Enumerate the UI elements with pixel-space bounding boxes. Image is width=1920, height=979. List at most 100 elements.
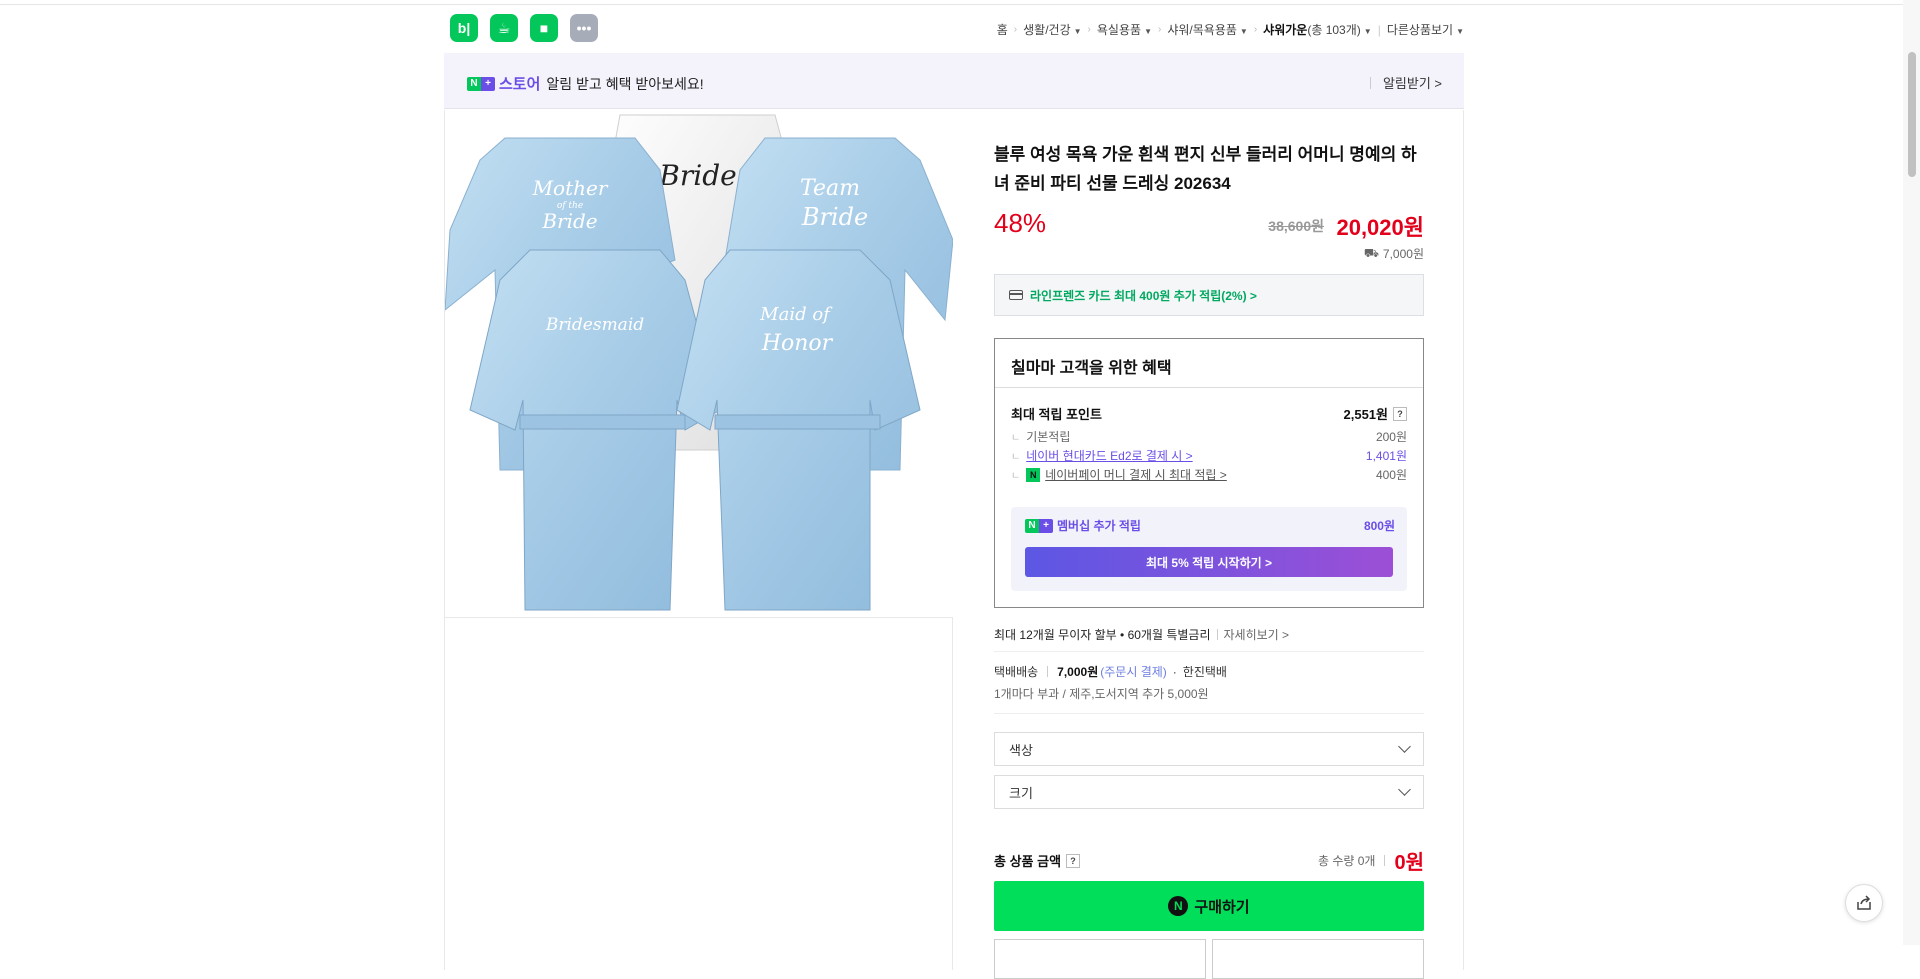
header: b| ☕ ■ ••• 홈 › 생활/건강 ▼ › 욕실용품 ▼ › 샤워/목욕용품 ▼… [444, 14, 1464, 44]
breadcrumb-label: 샤워/목욕용품 [1167, 23, 1237, 37]
naver-pay-link[interactable]: 네이버페이 머니 결제 시 최대 적립 > [1045, 466, 1227, 483]
installment-info: 최대 12개월 무이자 할부 • 60개월 특별금리 자세히보기 > [994, 626, 1289, 643]
app-icons: b| ☕ ■ ••• [450, 14, 598, 42]
robe-text-honor: Honor [761, 331, 834, 356]
installment-text: 최대 12개월 무이자 할부 • 60개월 특별금리 [994, 628, 1211, 642]
scrollbar[interactable] [1903, 0, 1920, 945]
scrollbar-thumb[interactable] [1908, 52, 1916, 177]
buy-button[interactable]: N 구매하기 [994, 881, 1424, 931]
chevron-right-icon: › [1157, 24, 1162, 35]
total-label: 총 상품 금액 [994, 854, 1062, 869]
banner-text: 알림 받고 혜택 받아보세요! [546, 75, 704, 92]
breadcrumb-category-1[interactable]: 생활/건강 ▼ [1023, 21, 1081, 38]
divider [1216, 629, 1218, 640]
membership-row: N + 멤버십 추가 적립 800원 [1025, 517, 1395, 534]
cafe-icon[interactable]: ☕ [490, 14, 518, 42]
size-select-placeholder: 크기 [1009, 785, 1033, 801]
bookmark-icon[interactable]: ■ [530, 14, 558, 42]
blog-icon[interactable]: b| [450, 14, 478, 42]
product-image[interactable]: Bride Mother of the Bride Team Bride Bri… [444, 110, 954, 618]
delivery-fee-note: (주문시 결제) [1100, 665, 1167, 679]
points-label-wrap: 네이버 현대카드 Ed2로 결제 시 > [1011, 447, 1192, 464]
chevron-right-icon: › [1253, 24, 1258, 35]
breadcrumb-category-2[interactable]: 욕실용품 ▼ [1097, 21, 1152, 38]
card-offer[interactable]: 라인프렌즈 카드 최대 400원 추가 적립(2%) > [994, 274, 1424, 316]
chevron-right-icon: › [1087, 24, 1091, 35]
membership-start-button[interactable]: 최대 5% 적립 시작하기 > [1025, 547, 1393, 577]
top-divider [0, 4, 1920, 5]
cart-button[interactable] [1212, 939, 1424, 979]
breadcrumb: 홈 › 생활/건강 ▼ › 욕실용품 ▼ › 샤워/목욕용품 ▼ › 샤워가운(총 1… [997, 21, 1464, 38]
size-select[interactable]: 크기 [994, 775, 1424, 809]
robe-text-mother: Mother [532, 176, 609, 200]
robes-illustration: Bride Mother of the Bride Team Bride Bri… [444, 114, 954, 611]
membership-value: 800원 [1363, 519, 1395, 533]
divider [1047, 666, 1049, 677]
other-products-dropdown[interactable]: 다른상품보기 ▼ [1387, 21, 1464, 38]
banner-message: N + 스토어 알림 받고 혜택 받아보세요! [467, 73, 704, 94]
naver-pay-icon: N [1026, 467, 1041, 482]
color-select[interactable]: 색상 [994, 732, 1424, 766]
credit-card-icon [1009, 290, 1023, 300]
points-row-npay: N 네이버페이 머니 결제 시 최대 적립 > 400원 [1011, 466, 1407, 483]
delivery-type: 택배배송 [994, 665, 1039, 679]
points-value: 400원 [1375, 468, 1407, 482]
delivery-carrier: 한진택배 [1182, 665, 1227, 679]
robe-text-bride-2: Bride [541, 209, 597, 233]
share-icon [1857, 895, 1871, 910]
benefit-box: 칠마마 고객을 위한 혜택 최대 적립 포인트 2,551원 ? 기본적립 20… [994, 338, 1424, 608]
sale-price: 20,020원 [1336, 215, 1424, 240]
card-offer-text: 라인프렌즈 카드 최대 400원 추가 적립(2%) > [1030, 288, 1257, 303]
caret-down-icon: ▼ [1073, 27, 1082, 36]
membership-label: 멤버십 추가 적립 [1057, 519, 1141, 533]
points-value: 200원 [1375, 430, 1407, 444]
wishlist-button[interactable] [994, 939, 1206, 979]
share-button[interactable] [1845, 884, 1883, 922]
delivery-fee: 7,000원 [1057, 665, 1099, 679]
robe-text-bridesmaid: Bridesmaid [545, 315, 644, 335]
breadcrumb-label: 욕실용품 [1096, 23, 1142, 37]
truck-icon: ⛟ [1363, 245, 1379, 260]
buy-button-label: 구매하기 [1194, 898, 1250, 916]
divider [994, 651, 1424, 652]
naver-plus-icon: N + [467, 76, 495, 91]
shipping-fee: ⛟ 7,000원 [1364, 245, 1424, 262]
breadcrumb-home[interactable]: 홈 [997, 21, 1008, 38]
notify-label: 알림받기 > [1382, 76, 1442, 91]
delivery-info: 택배배송 7,000원 (주문시 결제) · 한진택배 [994, 663, 1227, 680]
installment-more-link[interactable]: 자세히보기 > [1224, 626, 1290, 643]
membership-label-wrap: N + 멤버십 추가 적립 [1025, 517, 1141, 534]
total-quantity: 총 수량 0개 [1317, 854, 1376, 868]
chevron-down-icon [1398, 740, 1411, 753]
points-value: 1,401원 [1365, 449, 1407, 463]
benefit-title: 칠마마 고객을 위한 혜택 [1011, 360, 1172, 377]
current-category: 샤워가운 [1263, 23, 1308, 37]
separator-dot: · [1172, 664, 1177, 679]
help-icon[interactable]: ? [1393, 406, 1407, 421]
help-icon[interactable]: ? [1066, 853, 1081, 868]
caret-down-icon: ▼ [1144, 27, 1152, 36]
caret-down-icon: ▼ [1239, 27, 1248, 36]
original-price: 38,600원 [1268, 218, 1324, 234]
max-points-value: 2,551원 [1343, 407, 1389, 422]
product-title: 블루 여성 목욕 가운 흰색 편지 신부 들러리 어머니 명예의 하녀 준비 파… [994, 145, 1417, 193]
breadcrumb-current[interactable]: 샤워가운(총 103개) ▼ [1263, 21, 1372, 38]
naver-pay-icon: N [1168, 896, 1189, 916]
delivery-note: 1개마다 부과 / 제주,도서지역 추가 5,000원 [994, 687, 1209, 701]
divider [1369, 76, 1371, 89]
discount-rate: 48% [994, 208, 1047, 238]
secondary-buttons [994, 939, 1424, 979]
max-points-label: 최대 적립 포인트 [1011, 407, 1102, 422]
notify-button[interactable]: 알림받기 > [1369, 73, 1442, 92]
max-points-row: 최대 적립 포인트 2,551원 ? [1011, 404, 1407, 423]
divider: | [1377, 22, 1381, 37]
divider [995, 387, 1423, 388]
total-right: 총 수량 0개 0원 [1318, 846, 1424, 875]
points-label-wrap: N 네이버페이 머니 결제 시 최대 적립 > [1011, 466, 1227, 483]
breadcrumb-category-3[interactable]: 샤워/목욕용품 ▼ [1167, 21, 1248, 38]
robe-text-bride: Bride [658, 159, 736, 192]
hyundai-card-link[interactable]: 네이버 현대카드 Ed2로 결제 시 > [1026, 447, 1192, 464]
more-icon[interactable]: ••• [570, 14, 598, 42]
max-points-wrap: 2,551원 ? [1343, 404, 1407, 423]
naver-plus-icon: N + [1025, 518, 1053, 533]
